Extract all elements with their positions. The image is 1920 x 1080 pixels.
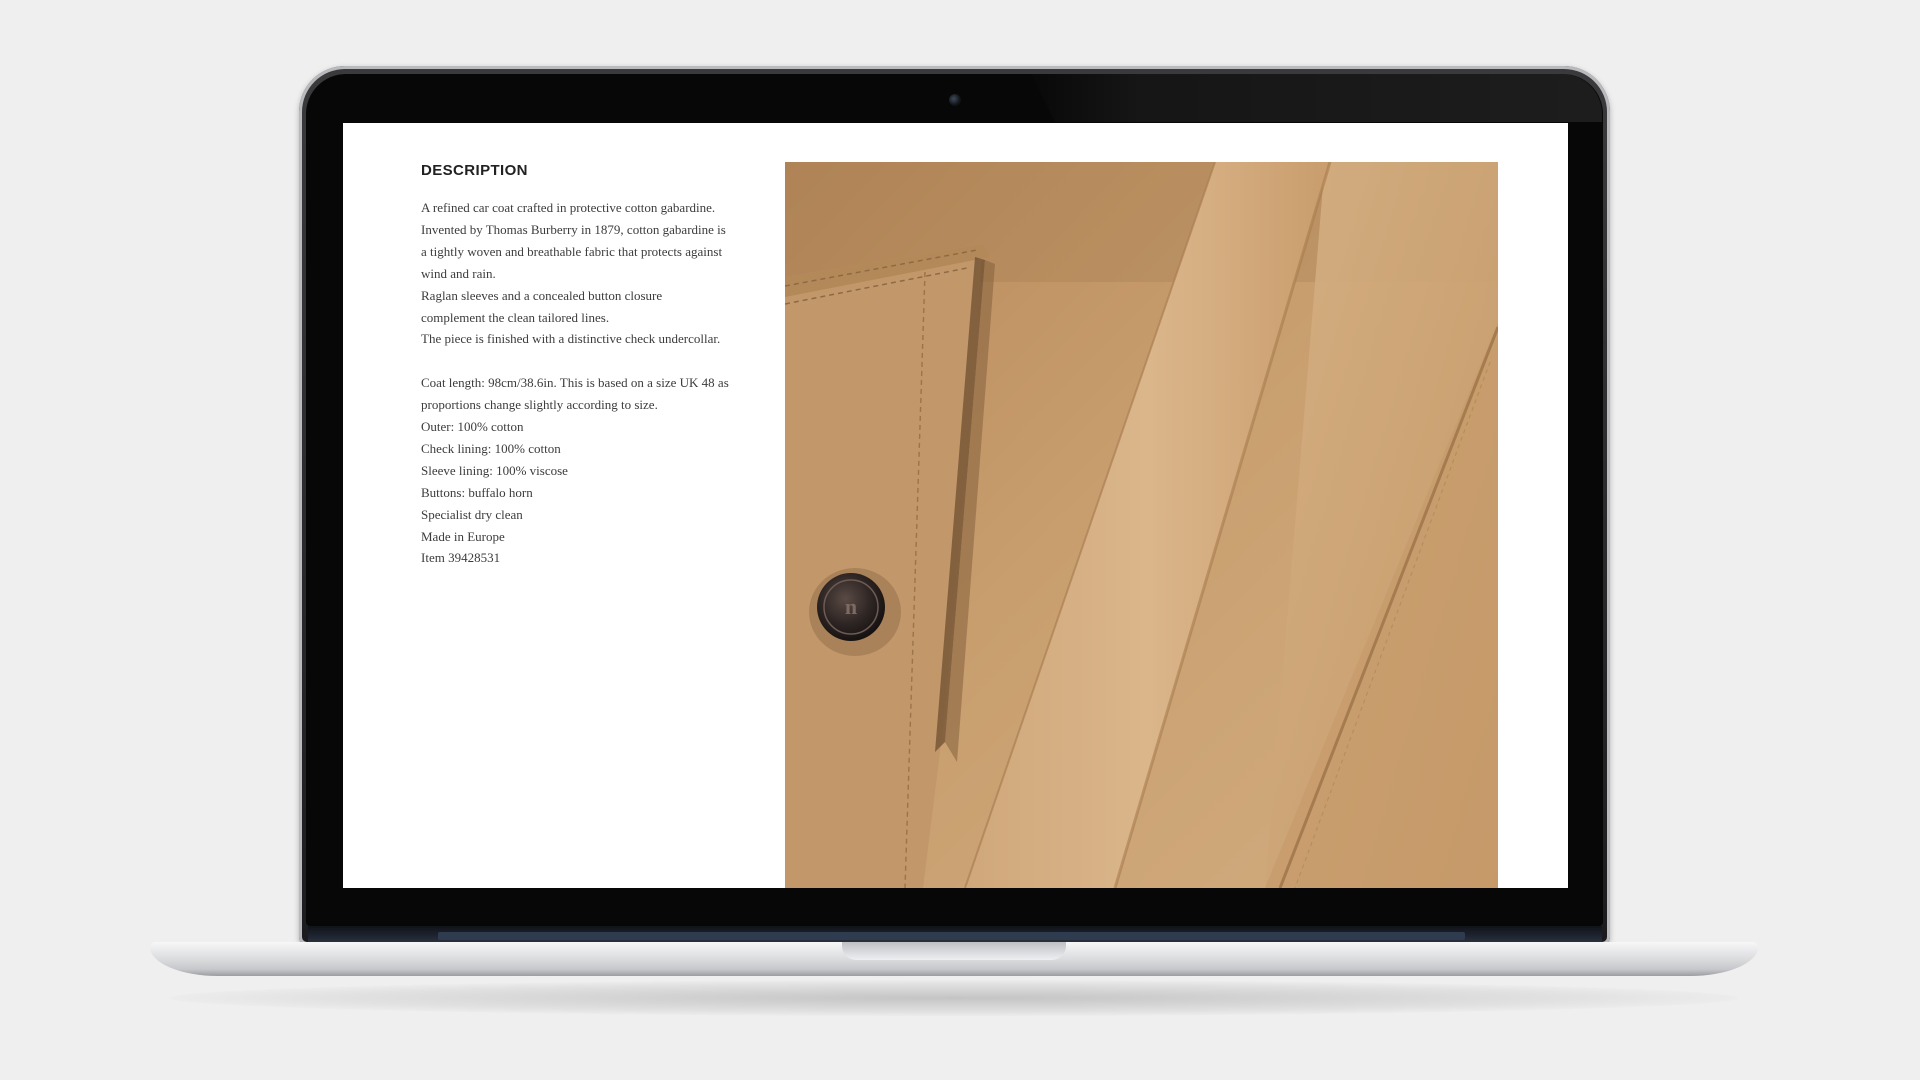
detail-line: Specialist dry clean [421, 506, 523, 522]
detail-line: Check lining: 100% cotton [421, 440, 561, 456]
product-image: n [785, 162, 1498, 888]
trackpad-notch [842, 942, 1066, 960]
description-line: wind and rain. [421, 265, 496, 281]
coat-closeup-illustration: n [785, 162, 1498, 888]
svg-text:n: n [845, 594, 857, 619]
bezel-glare [1031, 74, 1602, 122]
description-heading: DESCRIPTION [421, 162, 528, 179]
laptop-screen: DESCRIPTION A refined car coat crafted i… [343, 123, 1568, 888]
detail-line: Buttons: buffalo horn [421, 484, 533, 500]
laptop-mockup-scene: DESCRIPTION A refined car coat crafted i… [0, 0, 1920, 1080]
detail-line: Coat length: 98cm/38.6in. This is based … [421, 375, 729, 391]
detail-line: Made in Europe [421, 528, 505, 544]
detail-line: proportions change slightly according to… [421, 397, 658, 413]
description-line: complement the clean tailored lines. [421, 309, 610, 325]
product-description-panel: DESCRIPTION A refined car coat crafted i… [421, 161, 771, 569]
hinge-strip [438, 932, 1465, 940]
laptop-shadow [170, 980, 1738, 1016]
detail-line: Outer: 100% cotton [421, 419, 524, 435]
description-line: Raglan sleeves and a concealed button cl… [421, 287, 663, 303]
webcam-icon [949, 94, 961, 106]
detail-line: Sleeve lining: 100% viscose [421, 462, 568, 478]
description-line: Invented by Thomas Burberry in 1879, cot… [421, 221, 726, 237]
item-number: Item 39428531 [421, 550, 501, 566]
description-line: The piece is finished with a distinctive… [421, 331, 721, 347]
description-line: A refined car coat crafted in protective… [421, 200, 716, 215]
description-line: a tightly woven and breathable fabric th… [421, 243, 723, 259]
